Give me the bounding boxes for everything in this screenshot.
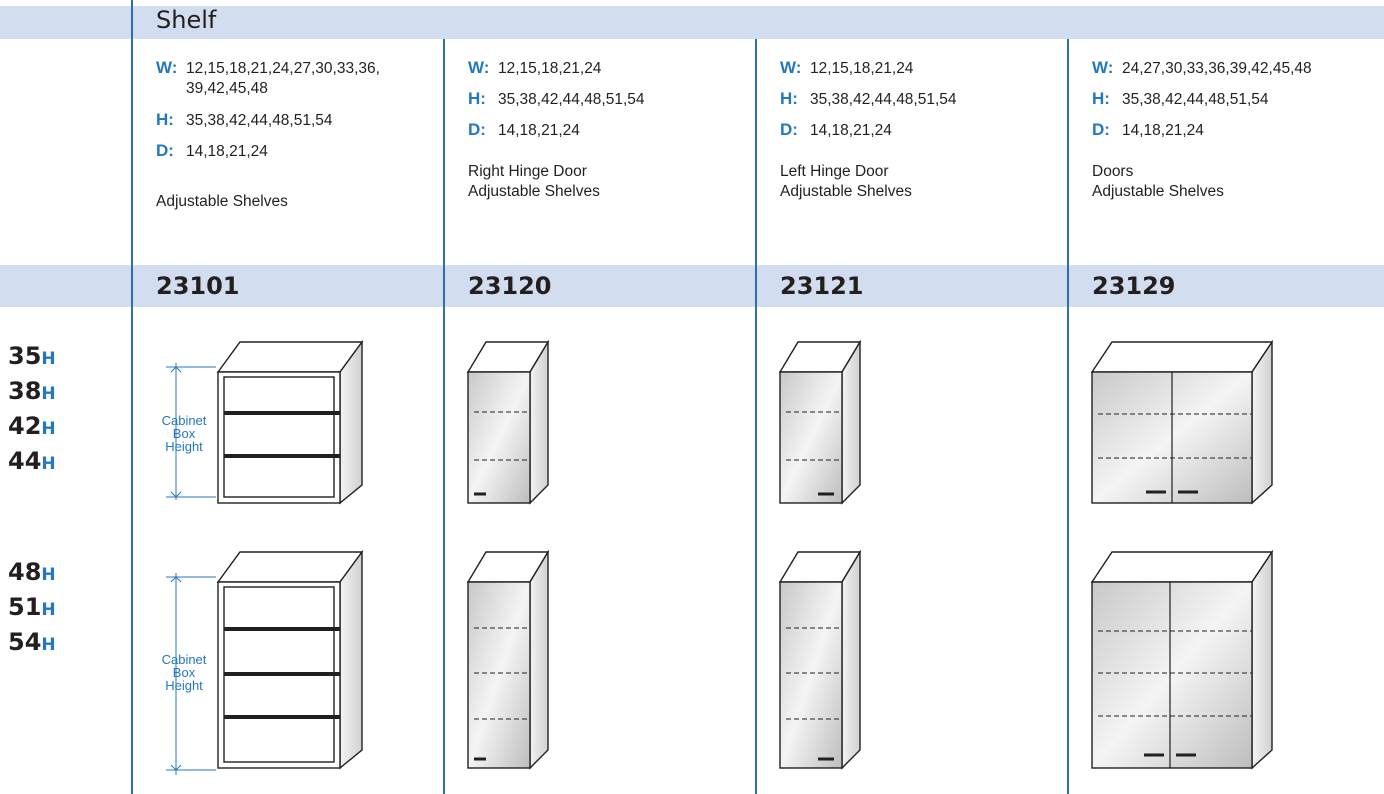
cabinet-box-height-label: Cabinet Box Height (161, 413, 207, 454)
cabinet-box-height-label: Cabinet Box Height (161, 652, 207, 693)
left-hinge-door-cabinet-tall (778, 549, 862, 770)
right-hinge-door-cabinet-tall (466, 549, 550, 770)
double-door-cabinet-short (1090, 339, 1274, 505)
right-hinge-door-cabinet-short (466, 339, 550, 505)
double-door-cabinet-tall (1090, 549, 1274, 770)
left-hinge-door-cabinet-short (778, 339, 862, 505)
